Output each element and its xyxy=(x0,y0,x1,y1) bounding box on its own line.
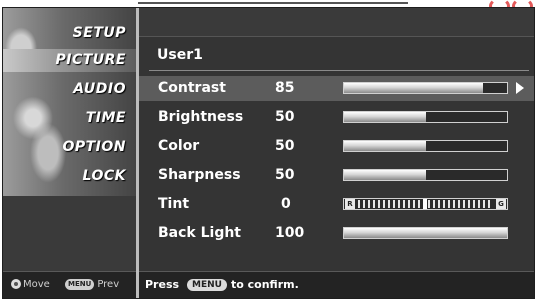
setting-row-color[interactable]: Color 50 xyxy=(139,134,534,159)
menu-item-setup[interactable]: SETUP xyxy=(3,22,136,45)
slider-fill xyxy=(344,83,483,93)
setting-value: 50 xyxy=(275,167,295,183)
top-divider xyxy=(138,2,408,4)
setting-label: Back Light xyxy=(158,225,242,241)
color-slider[interactable] xyxy=(343,140,508,152)
arrow-right-icon[interactable] xyxy=(516,82,524,94)
picture-mode-title: User1 xyxy=(157,47,203,63)
main-menu: SETUP PICTURE AUDIO TIME OPTION LOCK Mov… xyxy=(3,8,139,298)
setting-label: Tint xyxy=(158,196,190,212)
tint-red-label: R xyxy=(345,199,355,209)
setting-value: 0 xyxy=(281,196,291,212)
setting-row-contrast[interactable]: Contrast 85 xyxy=(139,76,534,101)
confirm-label: to confirm. xyxy=(231,278,299,291)
menu-item-time[interactable]: TIME xyxy=(3,107,136,130)
tint-slider[interactable]: R G xyxy=(343,198,508,210)
setting-row-sharpness[interactable]: Sharpness 50 xyxy=(139,163,534,188)
setting-label: Sharpness xyxy=(158,167,241,183)
osd-screen: SETUP PICTURE AUDIO TIME OPTION LOCK Mov… xyxy=(2,7,535,299)
menu-footer: Move MENU Prev xyxy=(3,271,136,298)
menu-item-picture[interactable]: PICTURE xyxy=(3,49,136,72)
slider-fill xyxy=(344,170,426,180)
slider-fill xyxy=(344,228,507,238)
slider-fill xyxy=(344,112,426,122)
picture-panel: User1 Contrast 85 Brightness 50 Color 50… xyxy=(139,8,534,298)
setting-label: Brightness xyxy=(158,109,244,125)
setting-value: 50 xyxy=(275,138,295,154)
panel-header xyxy=(139,8,534,37)
menu-key-icon: MENU xyxy=(187,279,227,291)
setting-row-tint[interactable]: Tint 0 R G xyxy=(139,192,534,217)
setting-row-back-light[interactable]: Back Light 100 xyxy=(139,221,534,246)
tint-knob[interactable] xyxy=(423,199,427,209)
setting-label: Color xyxy=(158,138,200,154)
panel-footer: Press MENU to confirm. xyxy=(139,271,534,298)
setting-value: 50 xyxy=(275,109,295,125)
setting-row-brightness[interactable]: Brightness 50 xyxy=(139,105,534,130)
setting-value: 100 xyxy=(275,225,305,241)
menu-item-lock[interactable]: LOCK xyxy=(3,165,136,188)
sharpness-slider[interactable] xyxy=(343,169,508,181)
top-strip xyxy=(0,0,535,14)
section-divider xyxy=(149,70,529,71)
menu-item-option[interactable]: OPTION xyxy=(3,136,136,159)
setting-label: Contrast xyxy=(158,80,226,96)
menu-key-icon: MENU xyxy=(65,278,95,290)
move-label: Move xyxy=(23,279,50,290)
move-icon xyxy=(11,279,21,289)
tint-green-label: G xyxy=(496,199,506,209)
brightness-slider[interactable] xyxy=(343,111,508,123)
setting-value: 85 xyxy=(275,80,295,96)
menu-item-audio[interactable]: AUDIO xyxy=(3,78,136,101)
back-light-slider[interactable] xyxy=(343,227,508,239)
press-label: Press xyxy=(145,278,180,291)
contrast-slider[interactable] xyxy=(343,82,508,94)
prev-label: Prev xyxy=(97,279,120,290)
slider-fill xyxy=(344,141,426,151)
